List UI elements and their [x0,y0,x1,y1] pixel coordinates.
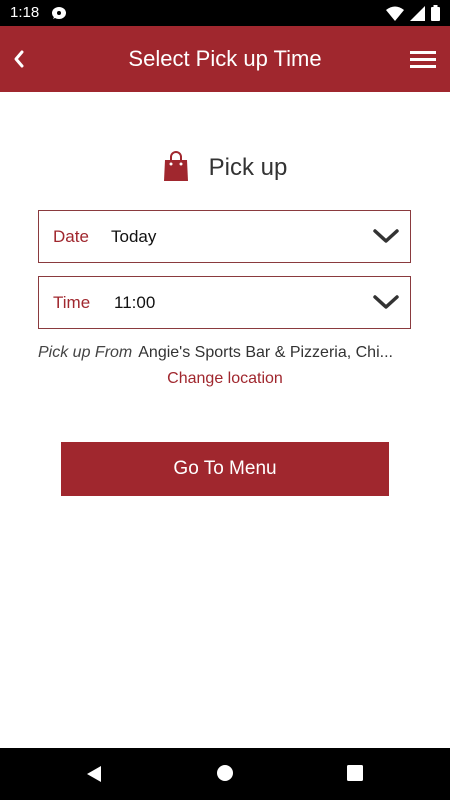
hamburger-menu-icon [410,51,436,68]
pickup-location: Pick up From Angie's Sports Bar & Pizzeri… [38,344,418,366]
order-mode: Pick up [0,148,450,188]
pickup-location-name: Angie's Sports Bar & Pizzeria, Chi... [138,344,393,361]
date-value: Today [111,227,157,246]
status-time: 1:18 [10,4,40,21]
chevron-down-icon [373,229,399,243]
notification-icon [50,5,68,26]
menu-button[interactable] [408,44,438,74]
pickup-from-label: Pick up From [38,344,133,361]
system-nav-bar [0,748,450,800]
home-circle-icon[interactable] [216,764,234,782]
signal-icon [410,5,425,26]
go-to-menu-button[interactable]: Go To Menu [61,442,389,496]
change-location-link[interactable]: Change location [0,370,450,388]
page-title: Select Pick up Time [128,46,322,71]
order-mode-label: Pick up [208,154,288,181]
battery-icon [431,5,440,26]
shopping-bag-icon [163,150,189,187]
recents-square-icon[interactable] [347,765,363,781]
wifi-icon [386,6,404,26]
date-select[interactable]: Date Today [38,210,411,263]
time-label: Time [53,293,91,312]
date-label: Date [53,227,89,246]
back-triangle-icon[interactable] [84,764,104,784]
status-bar: 1:18 [0,0,450,26]
time-select[interactable]: Time 11:00 [38,276,411,329]
app-bar: Select Pick up Time [0,26,450,92]
time-value: 11:00 [114,293,156,312]
chevron-down-icon [373,295,399,309]
